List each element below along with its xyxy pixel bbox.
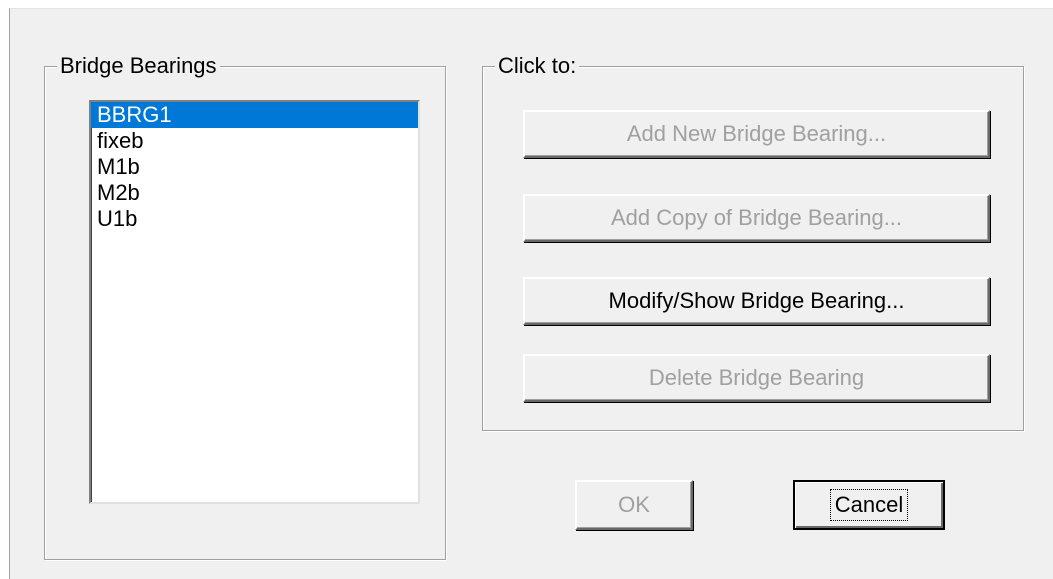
list-item-fixeb[interactable]: fixeb [91,128,418,154]
modify-show-bridge-bearing-button[interactable]: Modify/Show Bridge Bearing... [523,277,990,325]
cancel-button[interactable]: Cancel [793,480,945,530]
ok-label: OK [618,492,650,517]
list-item-bbrg1[interactable]: BBRG1 [91,102,418,128]
bridge-bearings-group-title: Bridge Bearings [57,52,220,80]
bridge-bearings-listbox[interactable]: BBRG1 fixeb M1b M2b U1b [89,100,420,504]
add-copy-bridge-bearing-button[interactable]: Add Copy of Bridge Bearing... [523,194,990,242]
cancel-label: Cancel [829,489,909,521]
add-copy-bridge-bearing-label: Add Copy of Bridge Bearing... [610,205,903,230]
add-new-bridge-bearing-button[interactable]: Add New Bridge Bearing... [523,110,990,158]
delete-bridge-bearing-button[interactable]: Delete Bridge Bearing [523,354,990,402]
bridge-bearings-group: Bridge Bearings BBRG1 fixeb M1b M2b U1b [44,52,446,560]
delete-bridge-bearing-label: Delete Bridge Bearing [648,365,865,390]
list-item-m1b[interactable]: M1b [91,154,418,180]
list-item-m2b[interactable]: M2b [91,180,418,206]
click-to-group-title: Click to: [495,52,580,80]
list-item-u1b[interactable]: U1b [91,206,418,232]
ok-button[interactable]: OK [575,480,693,530]
modify-show-bridge-bearing-label: Modify/Show Bridge Bearing... [608,288,905,313]
add-new-bridge-bearing-label: Add New Bridge Bearing... [626,121,887,146]
bridge-bearings-dialog: Bridge Bearings BBRG1 fixeb M1b M2b U1b … [9,8,1053,579]
